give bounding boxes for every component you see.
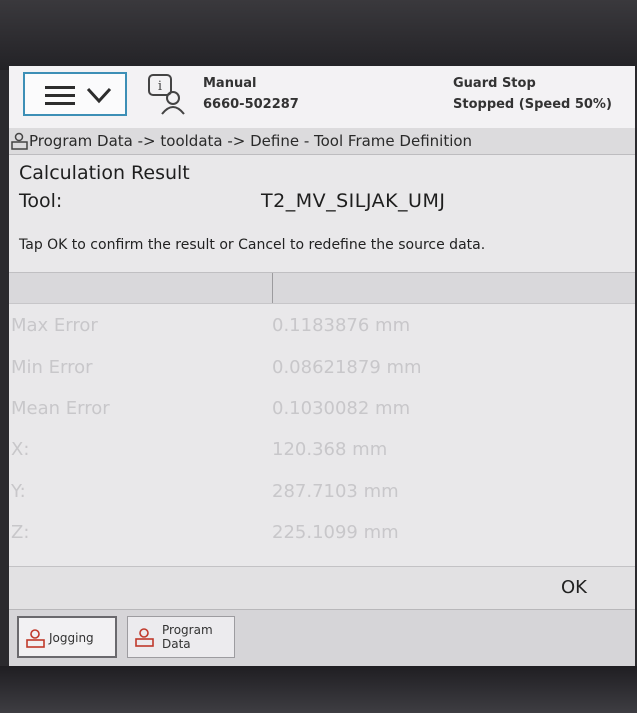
operating-mode: Manual <box>203 76 257 91</box>
breadcrumb-text: Program Data -> tooldata -> Define - Too… <box>29 132 473 150</box>
taskbar-jogging-label: Jogging <box>49 631 94 645</box>
taskbar-jogging[interactable]: Jogging <box>17 616 117 658</box>
ok-button[interactable]: OK <box>529 573 619 603</box>
hamburger-icon <box>45 86 75 105</box>
result-value: 0.1183876 mm <box>272 315 411 336</box>
result-row[interactable]: Y: 287.7103 mm <box>9 472 635 512</box>
result-row[interactable]: Mean Error 0.1030082 mm <box>9 389 635 429</box>
tool-value: T2_MV_SILJAK_UMJ <box>261 190 446 212</box>
program-data-icon <box>11 132 28 150</box>
jogging-icon <box>26 629 45 648</box>
result-value: 287.7103 mm <box>272 481 399 502</box>
header-bar: i Manual 6660-502287 Guard Stop Stopped … <box>9 66 635 128</box>
result-row[interactable]: Max Error 0.1183876 mm <box>9 306 635 346</box>
result-row[interactable]: X: 120.368 mm <box>9 430 635 470</box>
column-separator <box>272 273 273 303</box>
page-title: Calculation Result <box>19 162 190 184</box>
status-line-2: Stopped (Speed 50%) <box>453 97 612 112</box>
result-label: Mean Error <box>11 398 110 419</box>
flexpendant-screen: i Manual 6660-502287 Guard Stop Stopped … <box>9 66 635 666</box>
main-menu-button[interactable] <box>23 72 127 116</box>
result-label: X: <box>11 439 30 460</box>
result-label: Max Error <box>11 315 98 336</box>
taskbar: Jogging Program Data <box>9 609 635 666</box>
result-value: 0.1030082 mm <box>272 398 411 419</box>
chevron-down-icon <box>86 87 112 104</box>
instruction-text: Tap OK to confirm the result or Cancel t… <box>19 237 486 253</box>
result-row[interactable]: Z: 225.1099 mm <box>9 513 635 553</box>
svg-text:i: i <box>158 79 162 94</box>
quickset-info-icon[interactable]: i <box>143 72 189 116</box>
status-line-1: Guard Stop <box>453 76 536 91</box>
taskbar-program-data[interactable]: Program Data <box>127 616 235 658</box>
results-table-header <box>9 272 635 304</box>
result-label: Y: <box>11 481 26 502</box>
breadcrumb: Program Data -> tooldata -> Define - Too… <box>9 128 635 155</box>
result-value: 225.1099 mm <box>272 522 399 543</box>
controller-id: 6660-502287 <box>203 97 299 112</box>
result-label: Min Error <box>11 357 93 378</box>
device-bezel-top <box>0 0 637 70</box>
program-data-icon <box>135 628 154 647</box>
device-bezel-bottom <box>0 666 637 713</box>
result-value: 0.08621879 mm <box>272 357 422 378</box>
command-bar: OK <box>9 566 635 609</box>
result-row[interactable]: Min Error 0.08621879 mm <box>9 348 635 388</box>
tool-label: Tool: <box>19 190 63 212</box>
result-label: Z: <box>11 522 30 543</box>
result-value: 120.368 mm <box>272 439 388 460</box>
taskbar-program-data-label: Program Data <box>162 623 213 651</box>
